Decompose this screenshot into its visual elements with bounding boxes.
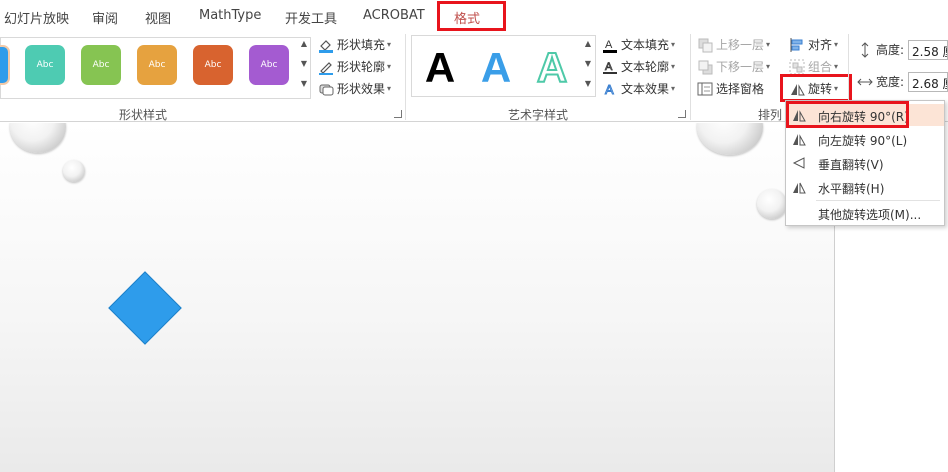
- shape-style-swatch[interactable]: Abc: [249, 45, 289, 85]
- arrange-group-label: 排列: [758, 108, 783, 122]
- selection-pane-icon: [697, 81, 713, 97]
- paint-bucket-icon: [318, 37, 334, 53]
- bring-forward-button[interactable]: 上移一层 ▾: [697, 36, 770, 53]
- shape-style-swatch[interactable]: Abc: [137, 45, 177, 85]
- text-effects-button[interactable]: A 文本效果 ▾: [602, 80, 676, 97]
- gallery-more-icon[interactable]: ▼: [298, 79, 310, 88]
- align-button[interactable]: 对齐 ▾: [789, 36, 838, 53]
- selected-diamond-shape[interactable]: [108, 271, 182, 345]
- rotate-button-highlight: [780, 74, 852, 102]
- water-drop-decoration: [63, 160, 85, 182]
- text-fill-icon: A: [602, 37, 618, 53]
- height-input[interactable]: 2.58 厘米: [908, 40, 948, 60]
- shape-effects-button[interactable]: 形状效果 ▾: [318, 80, 391, 97]
- flip-horizontal-item[interactable]: 水平翻转(H): [786, 176, 944, 198]
- more-rotation-options-item[interactable]: 其他旋转选项(M)...: [786, 202, 944, 224]
- send-backward-icon: [697, 59, 713, 75]
- shape-style-swatch[interactable]: Abc: [193, 45, 233, 85]
- shape-effects-icon: [318, 81, 334, 97]
- tab-mathtype[interactable]: MathType: [199, 8, 261, 23]
- text-fill-button[interactable]: A 文本填充 ▾: [602, 36, 675, 53]
- wordart-more-icon[interactable]: ▼: [582, 79, 594, 88]
- svg-text:A: A: [605, 82, 614, 97]
- shape-outline-button[interactable]: 形状轮廓 ▾: [318, 58, 391, 75]
- flip-horizontal-icon: [792, 180, 806, 194]
- format-tab-highlight: [437, 1, 506, 31]
- wordart-styles-group-label: 艺术字样式: [508, 108, 569, 122]
- group-icon: [789, 59, 805, 75]
- dialog-launcher-icon[interactable]: [678, 110, 686, 118]
- group-button[interactable]: 组合 ▾: [789, 58, 838, 75]
- svg-text:A: A: [605, 61, 613, 73]
- wordart-style-black[interactable]: A: [415, 44, 465, 92]
- group-divider: [690, 34, 691, 120]
- height-icon: [857, 41, 873, 58]
- text-outline-icon: A: [602, 59, 618, 75]
- wordart-scroll-up-icon[interactable]: ▲: [582, 39, 594, 48]
- water-drop-decoration: [10, 123, 66, 153]
- bring-forward-icon: [697, 37, 713, 53]
- shape-style-swatch[interactable]: Abc: [25, 45, 65, 85]
- shape-fill-button[interactable]: 形状填充 ▾: [318, 36, 391, 53]
- group-divider: [405, 34, 406, 120]
- ribbon-tab-bar: 幻灯片放映 审阅 视图 MathType 开发工具 ACROBAT 格式: [0, 0, 948, 32]
- flip-vertical-item[interactable]: 垂直翻转(V): [786, 152, 944, 174]
- height-control: 高度:: [857, 41, 904, 58]
- slide-canvas[interactable]: [0, 123, 834, 472]
- menu-divider: [816, 200, 940, 201]
- wordart-scroll-down-icon[interactable]: ▼: [582, 59, 594, 68]
- dialog-launcher-icon[interactable]: [394, 110, 402, 118]
- tab-slideshow[interactable]: 幻灯片放映: [4, 8, 69, 27]
- app-window: 幻灯片放映 审阅 视图 MathType 开发工具 ACROBAT 格式 Abc…: [0, 0, 948, 472]
- shape-style-swatch[interactable]: [0, 45, 10, 85]
- gallery-scroll-up-icon[interactable]: ▲: [298, 39, 310, 48]
- tab-review[interactable]: 审阅: [92, 8, 118, 27]
- text-effects-icon: A: [602, 81, 618, 97]
- width-control: 宽度:: [857, 73, 904, 90]
- wordart-style-outline[interactable]: A: [527, 43, 577, 92]
- text-outline-button[interactable]: A 文本轮廓 ▾: [602, 58, 675, 75]
- shape-style-swatch[interactable]: Abc: [81, 45, 121, 85]
- tab-acrobat[interactable]: ACROBAT: [363, 8, 425, 23]
- svg-text:A: A: [605, 39, 613, 51]
- rotate-left-icon: [792, 132, 806, 146]
- send-backward-button[interactable]: 下移一层 ▾: [697, 58, 770, 75]
- flip-vertical-icon: [792, 156, 806, 170]
- water-drop-decoration: [757, 189, 787, 219]
- shape-styles-group-label: 形状样式: [119, 108, 168, 122]
- selection-pane-button[interactable]: 选择窗格: [697, 80, 764, 97]
- tab-developer[interactable]: 开发工具: [285, 8, 337, 27]
- water-drop-decoration: [697, 123, 763, 155]
- wordart-style-blue[interactable]: A: [471, 44, 521, 92]
- width-input[interactable]: 2.68 厘米: [908, 72, 948, 92]
- tab-view[interactable]: 视图: [145, 8, 171, 27]
- align-icon: [789, 37, 805, 53]
- gallery-scroll-down-icon[interactable]: ▼: [298, 59, 310, 68]
- width-icon: [857, 74, 873, 90]
- rotate-right-highlight: [786, 101, 909, 128]
- pen-icon: [318, 59, 334, 75]
- rotate-left-90-item[interactable]: 向左旋转 90°(L): [786, 128, 944, 150]
